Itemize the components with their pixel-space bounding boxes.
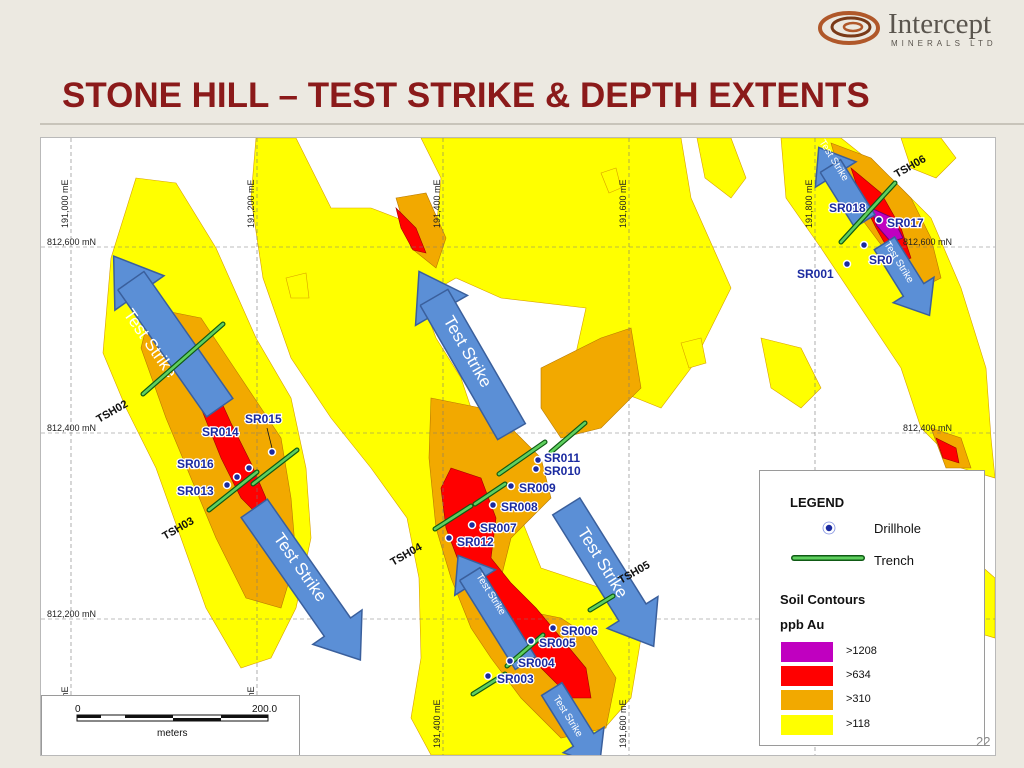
page-number: 22 (976, 734, 991, 749)
legend-title: LEGEND (790, 495, 845, 510)
drillhole-sr008 (488, 500, 498, 510)
easting-label-1: 191,000 mE (60, 179, 70, 228)
northing-left-1: 812,600 mN (47, 237, 96, 247)
legend-trench-label: Trench (874, 553, 914, 568)
company-logo: Intercept MINERALS LTD (818, 8, 1018, 48)
trench-legend-icon (791, 555, 865, 561)
easting-label-4: 191,600 mE (618, 179, 628, 228)
drillhole-label-sr005: SR005 (539, 636, 576, 650)
scale-end: 200.0 (252, 704, 277, 715)
drillhole-sr004 (505, 656, 515, 666)
drillhole-label-sr004: SR004 (518, 656, 555, 670)
drillhole-label-sr009: SR009 (519, 481, 556, 495)
drillhole-label-sr011: SR011 (544, 451, 580, 465)
scale-bar-graphic: 0 200.0 meters (75, 704, 277, 739)
drillhole-legend-icon (822, 521, 836, 535)
drillhole-sr007 (467, 520, 477, 530)
drillhole-sr001 (842, 259, 852, 269)
legend-soil-heading: Soil Contours (780, 592, 866, 607)
drillhole-sr009 (506, 481, 516, 491)
northing-left-2: 812,400 mN (47, 423, 96, 433)
drillhole-sr015 (267, 447, 277, 457)
map-legend: LEGEND Drillhole Trench Soil Contours pp… (759, 470, 985, 746)
logo-name: Intercept (888, 8, 992, 40)
drillhole-label-sr013: SR013 (177, 484, 214, 498)
drillhole-label-sr002: SR0 (869, 253, 893, 267)
swatch-label-118: >118 (846, 718, 870, 730)
logo-swirl-icon (818, 11, 880, 45)
swatch-label-310: >310 (846, 693, 871, 705)
easting-bottom-3: 191,400 mE (432, 699, 442, 748)
drillhole-label-sr003: SR003 (497, 672, 534, 686)
drillhole-label-sr012: SR012 (457, 535, 494, 549)
title-divider (40, 123, 1024, 125)
drillhole-label-sr016: SR016 (177, 457, 214, 471)
drillhole-sr014 (244, 463, 254, 473)
scale-bar: 0 200.0 meters (41, 695, 300, 755)
drillhole-sr016 (232, 472, 242, 482)
easting-bottom-4: 191,600 mE (618, 699, 628, 748)
drillhole-label-sr018: SR018 (829, 201, 866, 215)
swatch-1208 (781, 642, 833, 662)
easting-label-5: 191,800 mE (804, 179, 814, 228)
northing-right-1: 812,600 mN (903, 237, 952, 247)
logo-subtitle: MINERALS LTD (891, 39, 997, 48)
drillhole-label-sr014: SR014 (202, 425, 239, 439)
swatch-label-1208: >1208 (846, 645, 877, 657)
drillhole-label-sr017: SR017 (887, 216, 924, 230)
slide-title: STONE HILL – TEST STRIKE & DEPTH EXTENTS (62, 76, 870, 115)
legend-soil-units: ppb Au (780, 617, 825, 632)
swatch-634 (781, 666, 833, 686)
legend-drillhole-label: Drillhole (874, 521, 921, 536)
trench-label-tsh02: TSH02 (95, 398, 131, 426)
drillhole-sr002 (859, 240, 869, 250)
easting-label-2: 191,200 mE (246, 179, 256, 228)
drillhole-sr017 (874, 215, 884, 225)
northing-left-3: 812,200 mN (47, 609, 96, 619)
drillhole-sr003 (483, 671, 493, 681)
drillhole-sr010 (531, 464, 541, 474)
drillhole-label-sr007: SR007 (480, 521, 517, 535)
drillhole-sr011 (533, 455, 543, 465)
drillhole-sr012 (444, 533, 454, 543)
drillhole-sr006 (548, 623, 558, 633)
drillhole-sr013 (222, 480, 232, 490)
swatch-118 (781, 715, 833, 735)
swatch-310 (781, 690, 833, 710)
geology-map: 191,000 mE 191,200 mE 191,400 mE 191,600… (40, 137, 996, 756)
swatch-label-634: >634 (846, 669, 871, 681)
top-strip (0, 0, 1024, 8)
drillhole-label-sr010: SR010 (544, 464, 581, 478)
drillhole-label-sr001: SR001 (797, 267, 834, 281)
drillhole-label-sr008: SR008 (501, 500, 538, 514)
scale-start: 0 (75, 704, 81, 715)
northing-right-2: 812,400 mN (903, 423, 952, 433)
drillhole-sr005 (526, 636, 536, 646)
trench-label-tsh05: TSH05 (617, 559, 653, 587)
drillhole-label-sr015: SR015 (245, 412, 282, 426)
scale-unit: meters (157, 728, 188, 739)
easting-label-3: 191,400 mE (432, 179, 442, 228)
